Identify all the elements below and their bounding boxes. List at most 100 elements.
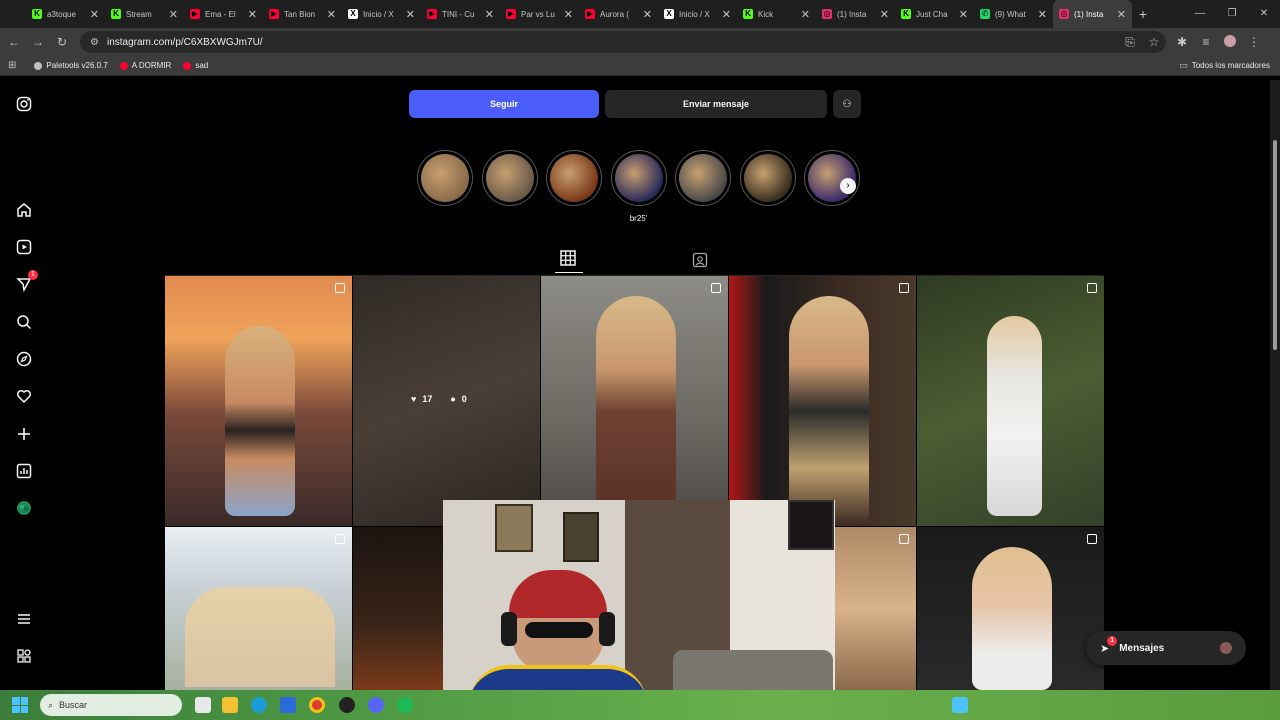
browser-tab[interactable]: ▶ Tan Bion ✕ (263, 0, 342, 28)
tab-close-icon[interactable]: ✕ (1117, 8, 1126, 21)
tab-title: (1) Insta (1074, 9, 1104, 19)
tab-close-icon[interactable]: ✕ (169, 8, 178, 21)
restore-button[interactable]: ❐ (1216, 0, 1248, 28)
tab-close-icon[interactable]: ✕ (327, 8, 336, 21)
post-thumbnail[interactable] (835, 527, 916, 690)
bookmark-star-icon[interactable]: ☆ (1142, 35, 1166, 49)
direct-messages-icon[interactable]: 1 (14, 270, 38, 294)
tab-close-icon[interactable]: ✕ (959, 8, 968, 21)
post-thumbnail[interactable] (165, 527, 352, 690)
browser-tab[interactable]: X Inicio / X ✕ (342, 0, 421, 28)
also-from-meta-icon[interactable] (14, 646, 34, 666)
messages-pill[interactable]: ➤ 1 Mensajes (1086, 631, 1246, 665)
media-controls-icon[interactable]: ≡ (1194, 35, 1218, 49)
create-icon[interactable] (14, 424, 34, 444)
search-icon[interactable] (14, 312, 34, 332)
tab-title: Tan Bion (284, 9, 316, 19)
story-highlight[interactable] (546, 150, 602, 206)
apps-icon[interactable]: ⊞ (8, 60, 16, 71)
extensions-icon[interactable]: ✱ (1170, 35, 1194, 49)
post-thumbnail[interactable] (353, 527, 443, 690)
file-explorer-icon[interactable] (222, 697, 238, 713)
install-app-icon[interactable]: ⎘ (1118, 35, 1142, 50)
more-menu-icon[interactable] (14, 609, 34, 629)
close-window-button[interactable]: ✕ (1248, 0, 1280, 28)
story-highlight[interactable] (481, 150, 538, 206)
site-info-icon[interactable]: ⚙ (90, 37, 99, 48)
address-bar[interactable]: ⚙ instagram.com/p/C6XBXWGJm7U/ (80, 31, 1166, 53)
minimize-button[interactable]: — (1184, 0, 1216, 28)
tab-posts[interactable] (560, 250, 578, 268)
heart-icon[interactable] (14, 386, 34, 406)
taskbar-search[interactable]: ⌕ Buscar (40, 694, 182, 716)
explore-icon[interactable] (14, 349, 34, 369)
suggested-users-button[interactable]: ⚇ (833, 90, 861, 118)
browser-tab[interactable]: K Kick ✕ (737, 0, 816, 28)
task-view-icon[interactable] (195, 697, 211, 713)
highlights-next-button[interactable]: › (840, 178, 856, 194)
tab-close-icon[interactable]: ✕ (90, 8, 99, 21)
dashboard-icon[interactable] (14, 461, 34, 481)
story-highlight[interactable] (675, 150, 731, 206)
new-tab-button[interactable]: + (1132, 6, 1154, 22)
start-button[interactable] (12, 697, 28, 713)
tab-close-icon[interactable]: ✕ (643, 8, 652, 21)
browser-tab[interactable]: ▶ Par vs Lu ✕ (500, 0, 579, 28)
post-thumbnail[interactable] (917, 527, 1104, 690)
tab-close-icon[interactable]: ✕ (248, 8, 257, 21)
tab-favicon-icon: ✆ (980, 9, 990, 19)
tab-close-icon[interactable]: ✕ (485, 8, 494, 21)
follow-button[interactable]: Seguir (409, 90, 599, 118)
home-icon[interactable] (14, 200, 34, 220)
browser-tab[interactable]: Ka3toque ✕ (26, 0, 105, 28)
obs-icon[interactable] (339, 697, 355, 713)
bookmark-item[interactable]: sad (183, 61, 208, 70)
bookmark-favicon-icon (119, 61, 128, 70)
back-button[interactable]: ← (2, 35, 26, 49)
tab-tagged[interactable] (692, 252, 708, 268)
browser-tab[interactable]: X Inicio / X ✕ (658, 0, 737, 28)
edge-icon[interactable] (251, 697, 267, 713)
browser-tab[interactable]: ▶ Aurora (✕ (579, 0, 658, 28)
tab-close-icon[interactable]: ✕ (722, 8, 731, 21)
reels-icon[interactable] (14, 237, 34, 257)
page-scrollbar[interactable] (1270, 80, 1280, 690)
story-highlight[interactable] (417, 150, 473, 206)
send-message-label: Enviar mensaje (682, 99, 750, 109)
tab-close-icon[interactable]: ✕ (880, 8, 889, 21)
tab-close-icon[interactable]: ✕ (1038, 8, 1047, 21)
tab-close-icon[interactable]: ✕ (564, 8, 573, 21)
tray-app-icon[interactable] (952, 697, 968, 713)
bookmark-item[interactable]: Paletools v26.0.7 (34, 61, 108, 70)
reload-button[interactable]: ↻ (50, 35, 74, 49)
browser-tab[interactable]: ◎ (1) Insta ✕ (816, 0, 895, 28)
discord-icon[interactable] (368, 697, 384, 713)
tab-close-icon[interactable]: ✕ (406, 8, 415, 21)
post-thumbnail[interactable] (729, 276, 916, 526)
bookmark-item[interactable]: A DORMIR (119, 61, 171, 70)
tab-close-icon[interactable]: ✕ (801, 8, 810, 21)
post-thumbnail[interactable] (541, 276, 728, 526)
scrollbar-thumb[interactable] (1273, 140, 1277, 350)
send-message-button[interactable]: Enviar mensaje (605, 90, 827, 118)
all-bookmarks[interactable]: ▭ Todos los marcadores (1179, 60, 1270, 71)
browser-tab[interactable]: K Stream ✕ (105, 0, 184, 28)
browser-tab[interactable]: ▶ TINI - Cu ✕ (421, 0, 500, 28)
post-thumbnail[interactable]: ♥ 17 ● 0 (353, 276, 540, 526)
post-thumbnail[interactable] (917, 276, 1104, 526)
chrome-icon[interactable] (309, 697, 325, 713)
menu-icon[interactable]: ⋮ (1242, 35, 1266, 49)
story-highlight[interactable] (739, 150, 796, 206)
instagram-logo-icon[interactable] (14, 94, 34, 114)
profile-avatar[interactable] (1218, 34, 1242, 50)
post-thumbnail[interactable] (165, 276, 352, 526)
story-highlight[interactable] (610, 150, 667, 206)
browser-tab[interactable]: ▶ Ema - El ✕ (184, 0, 263, 28)
forward-button[interactable]: → (26, 35, 50, 49)
browser-tab[interactable]: K Just Cha ✕ (895, 0, 974, 28)
profile-avatar-icon[interactable] (14, 498, 34, 518)
browser-tab[interactable]: ✆ (9) What ✕ (974, 0, 1053, 28)
spotify-icon[interactable] (397, 697, 413, 713)
browser-tab[interactable]: ◎ (1) Insta ✕ (1053, 0, 1132, 28)
store-icon[interactable] (280, 697, 296, 713)
